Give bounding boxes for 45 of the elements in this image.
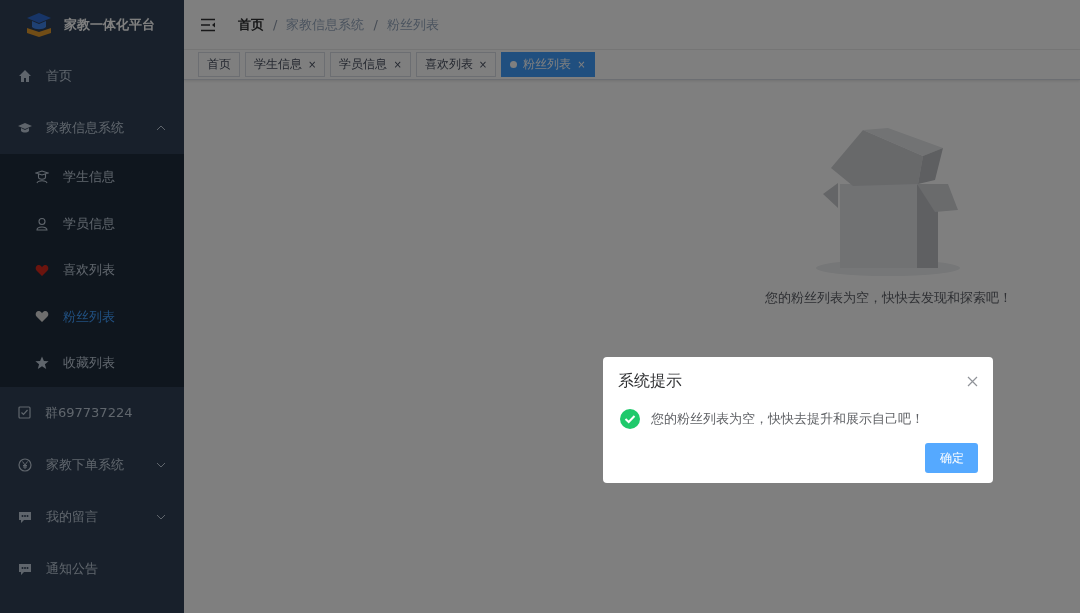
chevron-icon: [156, 513, 166, 520]
menu-icon[interactable]: [200, 17, 216, 32]
app-title: 家教一体化平台: [64, 16, 155, 34]
tab-close[interactable]: ×: [577, 59, 586, 70]
tab-close[interactable]: ×: [308, 59, 317, 70]
breadcrumb-separator: /: [373, 17, 378, 32]
chat-bubble-icon: [18, 509, 32, 524]
submenu-item[interactable]: 学员信息: [0, 200, 184, 247]
tab-close[interactable]: ×: [478, 59, 488, 70]
page-tab[interactable]: 首页: [198, 52, 240, 77]
submenu-item[interactable]: 收藏列表: [0, 340, 184, 387]
submenu-item[interactable]: 学生信息: [0, 154, 184, 201]
page-tab[interactable]: 粉丝列表 ×: [501, 52, 595, 77]
home-icon: [18, 69, 32, 83]
person-icon: [35, 216, 49, 231]
heart-icon: [35, 263, 49, 277]
star-icon: [35, 356, 49, 371]
submenu-item[interactable]: 粉丝列表: [0, 293, 184, 340]
heart-icon: [35, 310, 49, 324]
sidebar-menu-item[interactable]: 家教下单系统: [0, 438, 184, 491]
dialog-message: 您的粉丝列表为空，快快去提升和展示自己吧！: [651, 410, 924, 428]
breadcrumb-separator: /: [273, 17, 278, 32]
logo-icon: [26, 12, 52, 38]
chevron-icon: [156, 461, 166, 468]
page-tab[interactable]: 学生信息 ×: [245, 52, 326, 77]
graduation-cap-icon: [18, 121, 32, 135]
sidebar-menu-item[interactable]: 通知公告: [0, 542, 184, 595]
dialog-title: 系统提示: [618, 371, 682, 392]
page-tab[interactable]: 喜欢列表 ×: [415, 52, 497, 77]
checkbox-icon: [18, 406, 31, 419]
yen-coin-icon: [18, 457, 32, 472]
student-icon: [35, 170, 49, 185]
confirm-button[interactable]: 确定: [925, 443, 978, 473]
chevron-icon: [156, 125, 166, 131]
tab-close[interactable]: ×: [393, 59, 402, 70]
page-tab[interactable]: 学员信息 ×: [330, 52, 411, 77]
sidebar-menu-item[interactable]: 我的留言: [0, 490, 184, 543]
close-icon[interactable]: [967, 376, 978, 387]
empty-message: 您的粉丝列表为空，快快去发现和探索吧！: [764, 290, 1012, 307]
sidebar-menu-item[interactable]: 首页: [0, 50, 184, 102]
chat-bubble-icon: [18, 561, 32, 576]
active-dot-icon: [510, 61, 518, 68]
success-check-icon: [620, 409, 640, 429]
breadcrumb-link[interactable]: 首页: [238, 15, 264, 34]
submenu-item[interactable]: 喜欢列表: [0, 247, 184, 294]
